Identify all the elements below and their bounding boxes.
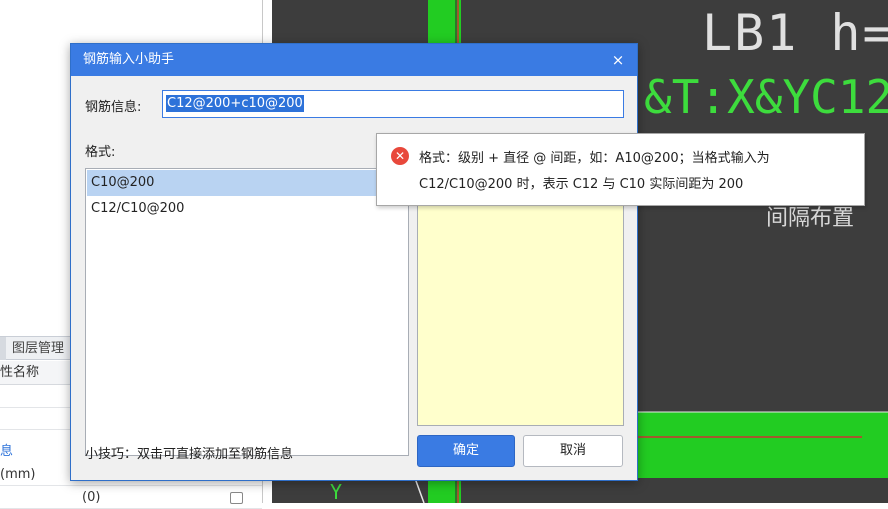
horizontal-beam: [612, 412, 888, 478]
property-name-column-header: 性名称: [0, 365, 40, 380]
cancel-button[interactable]: 取消: [523, 435, 623, 467]
property-checkbox[interactable]: [230, 492, 243, 504]
tip-text: 小技巧：双击可直接添加至钢筋信息: [85, 447, 294, 462]
rebar-info-label: 钢筋信息:: [85, 100, 142, 115]
tab-partial[interactable]: [0, 337, 6, 360]
rebar-annotation-text: &T:X&YC12@: [644, 70, 888, 124]
list-item[interactable]: C12/C10@200: [87, 196, 407, 222]
tab-layer-management[interactable]: 图层管理: [12, 337, 64, 360]
property-group-label: 息: [0, 444, 14, 459]
tooltip-text-line: 格式：级别 + 直径 @ 间距，如：A10@200；当格式输入为: [419, 151, 770, 166]
property-name: (mm): [0, 467, 36, 482]
format-list[interactable]: C10@200 C12/C10@200: [85, 168, 409, 456]
format-label: 格式:: [85, 145, 116, 160]
rebar-info-value: C12@200+c10@200: [166, 95, 304, 112]
rebar-info-input[interactable]: C12@200+c10@200: [162, 90, 624, 118]
ok-button[interactable]: 确定: [417, 435, 515, 467]
list-item[interactable]: C10@200: [87, 170, 407, 196]
property-value: (0): [82, 490, 101, 505]
close-icon[interactable]: ×: [609, 51, 627, 69]
format-error-tooltip: ✕ 格式：级别 + 直径 @ 间距，如：A10@200；当格式输入为 C12/C…: [376, 133, 865, 206]
dialog-titlebar[interactable]: 钢筋输入小助手 ×: [71, 44, 637, 76]
rebar-input-dialog: 钢筋输入小助手 × 钢筋信息: C12@200+c10@200 格式: C10@…: [70, 43, 638, 481]
slab-title-text: LB1 h=18: [702, 4, 888, 62]
table-row[interactable]: (0): [0, 487, 262, 509]
dialog-title: 钢筋输入小助手: [83, 52, 175, 67]
axis-label: Y: [330, 480, 343, 503]
tooltip-text-line: C12/C10@200 时，表示 C12 与 C10 实际间距为 200: [419, 177, 744, 192]
error-icon: ✕: [391, 147, 409, 165]
format-preview-panel: [417, 168, 624, 426]
